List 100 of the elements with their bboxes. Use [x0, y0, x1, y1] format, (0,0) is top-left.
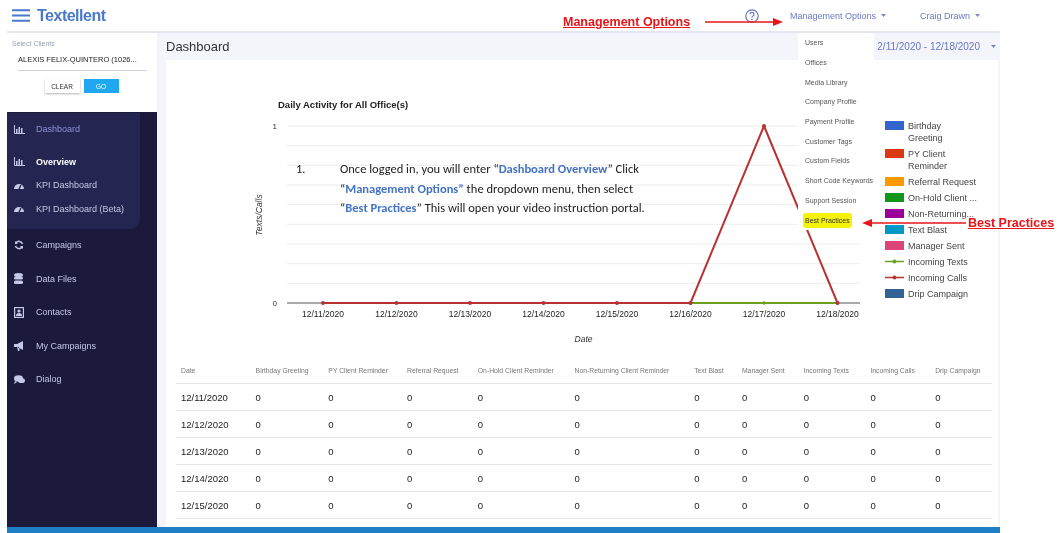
table-cell: 0 [472, 383, 570, 411]
table-cell: 0 [865, 383, 931, 411]
table-cell: 0 [323, 437, 403, 465]
axis-tick-label: 12/13/2020 [448, 309, 492, 319]
data-point [394, 301, 399, 305]
nav-item[interactable]: Dashboard [7, 113, 140, 145]
legend-label: Referral Request [908, 176, 978, 188]
nav-item[interactable]: KPI Dashboard (Beta) [7, 197, 140, 221]
megaphone-icon [14, 340, 25, 351]
nav-item[interactable]: Dialog [7, 362, 157, 396]
contact-card-icon [14, 306, 24, 318]
instruction-text: “Best Practices” This will open your video instruction portal. [340, 199, 645, 217]
axis-tick-label: 0 [272, 299, 277, 308]
caret-icon [991, 45, 996, 48]
axis-tick-label: 12/18/2020 [816, 309, 859, 319]
table-cell: 0 [323, 383, 403, 411]
legend-label: Text Blast [908, 224, 948, 236]
table-cell: 0 [798, 464, 866, 492]
table-cell: 0 [689, 464, 737, 492]
axis-tick-label: 12/15/2020 [595, 309, 639, 319]
data-point [468, 301, 472, 305]
table-cell: 0 [798, 491, 866, 519]
table-cell: 0 [736, 383, 799, 411]
data-point [762, 124, 766, 128]
legend-label: PY Client Reminder [908, 148, 948, 172]
header-menu[interactable]: Craig Drawn [920, 10, 980, 21]
table-cell: 0 [689, 437, 737, 465]
nav-item[interactable]: KPI Dashboard [7, 173, 140, 197]
table-cell: 0 [930, 383, 992, 411]
table-cell: 0 [930, 464, 992, 492]
table-cell: 0 [689, 410, 737, 438]
table-cell: 0 [865, 437, 931, 465]
table-cell: 0 [865, 410, 931, 438]
table-cell: 0 [402, 437, 473, 465]
table-cell: 0 [472, 437, 570, 465]
axis-tick-label: 12/14/2020 [522, 309, 565, 319]
menu-icon[interactable] [12, 9, 30, 22]
axis-title: Texts/Calls [254, 194, 264, 236]
table-cell: 12/12/2020 [176, 410, 251, 438]
table-cell: 0 [402, 464, 473, 492]
bar-chart-icon [14, 157, 25, 167]
chat-icon [14, 374, 25, 384]
table-cell: 0 [250, 437, 324, 465]
header-menu[interactable]: Management Options [789, 10, 886, 21]
annotation-label: Best Practices [968, 216, 1055, 230]
table-cell: 0 [472, 491, 570, 519]
legend-label: Incoming Texts [908, 256, 969, 268]
table-cell: 0 [865, 491, 931, 519]
database-icon [14, 273, 23, 285]
data-point [615, 301, 619, 305]
table-cell: 0 [323, 491, 403, 519]
legend-label: Drip Campaign [908, 288, 970, 300]
annotation-label: Management Options [563, 15, 691, 29]
table-cell: 12/14/2020 [176, 464, 251, 492]
table-cell: 0 [689, 383, 737, 411]
table-cell: 0 [736, 437, 799, 465]
axis-tick-label: 12/12/2020 [375, 309, 418, 319]
table-cell: 12/13/2020 [176, 437, 251, 465]
legend-label: On-Hold Client ... [908, 192, 978, 204]
logo: Textellent [37, 6, 106, 25]
table-cell: 0 [402, 383, 473, 411]
table-cell: 0 [865, 464, 931, 492]
table-cell: 0 [323, 410, 403, 438]
table-cell: 0 [250, 410, 324, 438]
axis-tick-label: 1 [272, 122, 277, 131]
page-title: Dashboard [166, 39, 230, 54]
caret-icon [881, 14, 886, 17]
table-cell: 0 [930, 410, 992, 438]
table-cell: 0 [569, 410, 690, 438]
instruction-text: Once logged in, you will enter “Dashboard Overview” Click [340, 160, 640, 178]
table-cell: 0 [402, 410, 473, 438]
help-icon[interactable] [744, 8, 759, 23]
nav-item[interactable]: Contacts [7, 295, 157, 329]
gauge-icon [14, 181, 24, 189]
nav-item[interactable]: My Campaigns [7, 329, 157, 363]
nav-item[interactable]: Overview [7, 150, 140, 174]
axis-title: Date [574, 334, 593, 344]
table-cell: 0 [736, 464, 799, 492]
table-cell: 0 [736, 491, 799, 519]
caret-icon [975, 14, 980, 17]
table-cell: 12/11/2020 [176, 383, 251, 411]
table-cell: 0 [798, 437, 866, 465]
instruction-text: “Management Options” the dropdown menu, then select [340, 179, 635, 198]
data-point [762, 301, 766, 305]
table-cell: 0 [250, 491, 324, 519]
date-range[interactable]: 2/11/2020 - 12/18/2020 [877, 41, 980, 52]
table-cell: 0 [930, 491, 992, 519]
bar-chart-icon [14, 124, 25, 134]
legend-label: Birthday Greeting [908, 120, 944, 144]
chart-title: Daily Activity for All Office(s) [278, 99, 409, 110]
legend-label: Incoming Calls [908, 272, 969, 284]
table-cell: 0 [250, 383, 324, 411]
table-cell: 0 [472, 410, 570, 438]
axis-tick-label: 12/11/2020 [302, 309, 344, 319]
nav-item[interactable]: Data Files [7, 262, 157, 296]
nav-item[interactable]: Campaigns [7, 228, 157, 262]
gauge-icon [14, 205, 24, 213]
step-number: 1. [296, 160, 307, 178]
data-point [541, 301, 546, 305]
table-cell: 0 [402, 491, 473, 519]
